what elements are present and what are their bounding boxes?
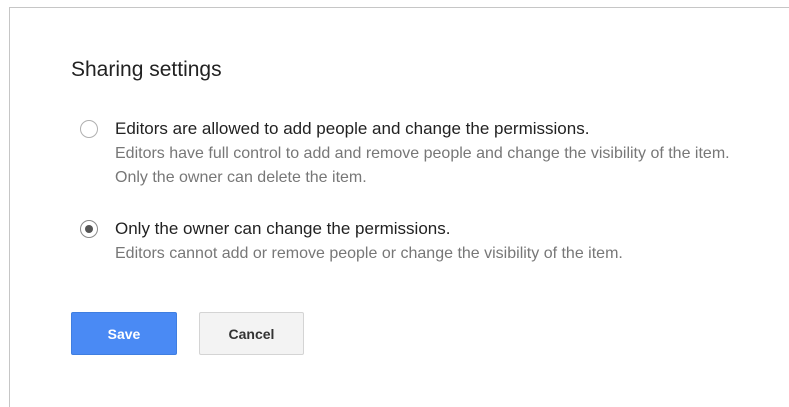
radio-selected-dot (85, 225, 93, 233)
option-label[interactable]: Only the owner can change the permission… (115, 218, 755, 240)
cancel-button[interactable]: Cancel (199, 312, 304, 355)
dialog-title: Sharing settings (71, 58, 222, 81)
save-button[interactable]: Save (71, 312, 177, 355)
radio-editors-can-share[interactable] (80, 120, 98, 138)
option-label[interactable]: Editors are allowed to add people and ch… (115, 118, 755, 140)
option-text: Only the owner can change the permission… (115, 218, 755, 266)
radio-owner-only[interactable] (80, 220, 98, 238)
option-description: Editors cannot add or remove people or c… (115, 245, 623, 262)
option-description: Editors have full control to add and rem… (115, 145, 730, 186)
option-text: Editors are allowed to add people and ch… (115, 118, 755, 190)
